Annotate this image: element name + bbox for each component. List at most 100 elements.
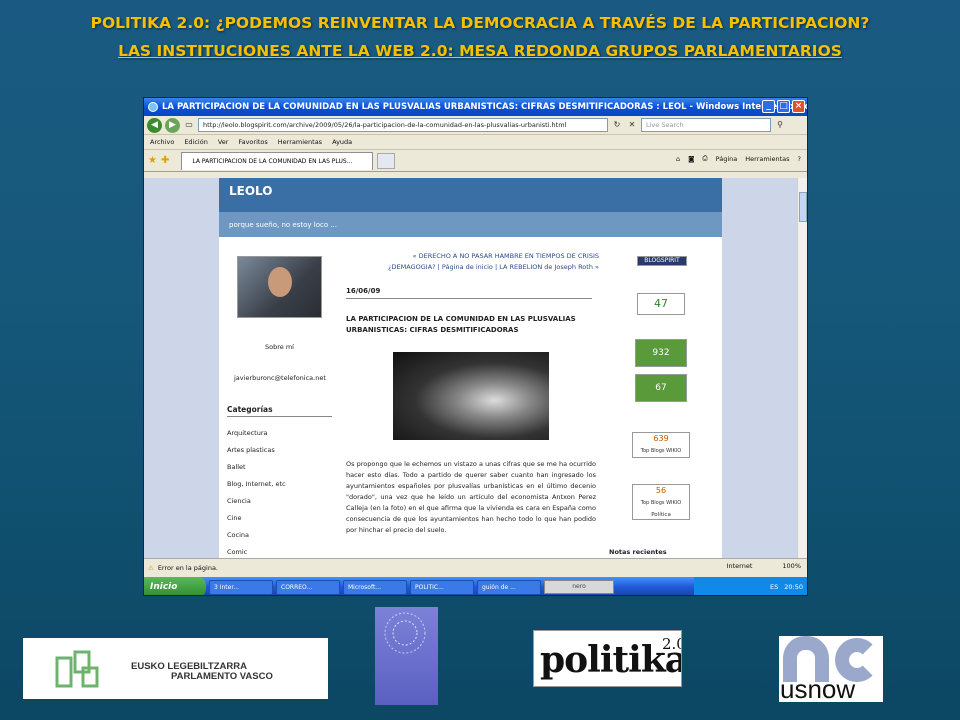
search-icon[interactable]: ⚲ <box>774 119 786 131</box>
post-navigation: « DERECHO A NO PASAR HAMBRE EN TIEMPOS D… <box>349 251 599 273</box>
menu-archivo[interactable]: Archivo <box>150 138 174 146</box>
post-photo <box>393 352 549 440</box>
warning-icon[interactable]: ⚠ <box>148 564 154 572</box>
about-link[interactable]: Sobre mí <box>265 343 294 351</box>
category-item[interactable]: Ciencia <box>227 497 286 514</box>
status-bar: ⚠ Error en la página. Internet 100% <box>144 558 807 577</box>
menu-bar: Archivo Edición Ver Favoritos Herramient… <box>144 135 807 150</box>
tab-bar: ★ ✚ LA PARTICIPACION DE LA COMUNIDAD EN … <box>144 150 807 172</box>
parliament-emblem-icon <box>55 650 99 688</box>
blog-page: LEOLO porque sueño, no estoy loco ... So… <box>219 178 722 558</box>
blog-name[interactable]: LEOLO <box>219 178 722 212</box>
alianzo-paisvasco-badge[interactable]: 67 <box>635 374 687 402</box>
taskbar-item[interactable]: POLITIC... <box>410 579 474 595</box>
browser-screenshot: LA PARTICIPACION DE LA COMUNIDAD EN LAS … <box>143 97 808 596</box>
wikio-label-2: Top Blogs WIKIO <box>640 500 682 506</box>
maximize-button[interactable]: □ <box>777 100 790 113</box>
favorites-star-icon[interactable]: ★ <box>148 155 157 166</box>
page-icon: ▭ <box>185 120 193 129</box>
usnow-logo: usnow <box>779 636 883 702</box>
minimize-button[interactable]: _ <box>762 100 775 113</box>
course-book-cover <box>375 607 438 705</box>
window-title: LA PARTICIPACION DE LA COMUNIDAD EN LAS … <box>162 102 807 112</box>
slide-title-line1: POLITIKA 2.0: ¿PODEMOS REINVENTAR LA DEM… <box>90 14 870 32</box>
wikio-rank-2: 56 <box>655 486 667 495</box>
zoom-level[interactable]: 100% <box>782 562 801 570</box>
slide-title-line2: LAS INSTITUCIONES ANTE LA WEB 2.0: MESA … <box>118 42 842 60</box>
category-item[interactable]: Ballet <box>227 463 286 480</box>
menu-ayuda[interactable]: Ayuda <box>332 138 352 146</box>
eusko-legebiltzarra-logo: EUSKO LEGEBILTZARRA PARLAMENTO VASCO <box>23 638 328 699</box>
home-icon[interactable]: ⌂ <box>676 155 680 163</box>
stop-icon[interactable]: ✕ <box>626 119 638 131</box>
taskbar-item[interactable]: 3 Inter... <box>209 579 273 595</box>
post-date: 16/06/09 <box>346 287 592 299</box>
status-text: Error en la página. <box>157 564 218 572</box>
back-button[interactable]: ◀ <box>147 117 162 133</box>
alianzo-espana-value: 932 <box>652 348 670 358</box>
politika-wordmark: politika <box>540 639 682 681</box>
menu-ver[interactable]: Ver <box>218 138 229 146</box>
zone-label: Internet <box>726 562 753 570</box>
ie-icon <box>148 102 158 112</box>
print-icon[interactable]: ⎙ <box>702 154 707 163</box>
new-tab-button[interactable] <box>377 152 396 169</box>
blog-tagline: porque sueño, no estoy loco ... <box>219 212 722 237</box>
recent-notes-heading: Notas recientes <box>609 548 667 556</box>
alianzo-paisvasco-value: 67 <box>655 383 667 393</box>
category-item[interactable]: Artes plasticas <box>227 446 286 463</box>
wikio-category: Política <box>651 512 671 518</box>
nero-search-box[interactable]: nero <box>544 580 614 594</box>
url-field[interactable]: http://leolo.blogspirit.com/archive/2009… <box>198 118 608 132</box>
language-indicator[interactable]: ES <box>770 583 778 591</box>
menu-herramientas[interactable]: Herramientas <box>278 138 322 146</box>
author-email[interactable]: javierburonc@telefonica.net <box>234 374 326 382</box>
category-item[interactable]: Cocina <box>227 531 286 548</box>
blogspirit-badge[interactable]: BLOGSPIRIT <box>637 256 687 266</box>
taskbar-item[interactable]: Microsoft... <box>343 579 407 595</box>
politika-20-logo: politika 2.0 <box>533 630 682 687</box>
add-favorites-icon[interactable]: ✚ <box>161 155 169 166</box>
tools-menu[interactable]: Herramientas <box>745 155 789 163</box>
sphere-pattern-icon <box>384 612 426 654</box>
author-photo <box>237 256 322 318</box>
start-button[interactable]: Inicio <box>144 577 206 595</box>
prev-post-link[interactable]: « DERECHO A NO PASAR HAMBRE EN TIEMPOS D… <box>349 251 599 262</box>
technorati-badge[interactable]: 47 <box>637 293 685 315</box>
menu-edicion[interactable]: Edición <box>184 138 208 146</box>
window-titlebar: LA PARTICIPACION DE LA COMUNIDAD EN LAS … <box>144 98 807 116</box>
post-body: Os propongo que le echemos un vistazo a … <box>346 460 596 534</box>
page-menu[interactable]: Página <box>716 155 738 163</box>
categories-list: Arquitectura Artes plasticas Ballet Blog… <box>227 429 286 558</box>
wikio-label-1: Top Blogs WIKIO <box>640 448 682 454</box>
eusko-line2: PARLAMENTO VASCO <box>171 671 273 682</box>
clock: 20:50 <box>784 583 803 591</box>
nav-links[interactable]: ¿DEMAGOGIA? | Página de inicio | LA REBE… <box>349 262 599 273</box>
menu-favoritos[interactable]: Favoritos <box>238 138 267 146</box>
categories-heading: Categorías <box>227 405 332 417</box>
usnow-wordmark: usnow <box>780 674 856 702</box>
address-bar: ◀ ▶ ▭ http://leolo.blogspirit.com/archiv… <box>144 116 807 135</box>
category-item[interactable]: Blog, Internet, etc <box>227 480 286 497</box>
wikio-badge-2[interactable]: 56 Top Blogs WIKIO Política <box>632 484 690 520</box>
taskbar-item[interactable]: guión de ... <box>477 579 541 595</box>
post-title[interactable]: LA PARTICIPACION DE LA COMUNIDAD EN LAS … <box>346 314 596 336</box>
feeds-icon[interactable]: ◙ <box>688 155 694 163</box>
refresh-icon[interactable]: ↻ <box>611 119 623 131</box>
windows-taskbar: Inicio 3 Inter... CORREO... Microsoft...… <box>144 577 807 595</box>
tab-active[interactable]: LA PARTICIPACION DE LA COMUNIDAD EN LAS … <box>181 151 374 170</box>
category-item[interactable]: Arquitectura <box>227 429 286 446</box>
taskbar-item[interactable]: CORREO... <box>276 579 340 595</box>
category-item[interactable]: Comic <box>227 548 286 558</box>
vertical-scrollbar[interactable] <box>797 178 807 558</box>
page-viewport: LEOLO porque sueño, no estoy loco ... So… <box>144 178 799 558</box>
alianzo-espana-badge[interactable]: 932 <box>635 339 687 367</box>
help-icon[interactable]: ? <box>798 155 801 163</box>
forward-button[interactable]: ▶ <box>165 117 180 133</box>
close-button[interactable]: × <box>792 100 805 113</box>
wikio-badge-1[interactable]: 639 Top Blogs WIKIO <box>632 432 690 458</box>
system-tray: ES 20:50 <box>694 577 807 595</box>
wikio-rank-1: 639 <box>653 434 669 443</box>
category-item[interactable]: Cine <box>227 514 286 531</box>
search-input[interactable]: Live Search <box>641 118 771 132</box>
